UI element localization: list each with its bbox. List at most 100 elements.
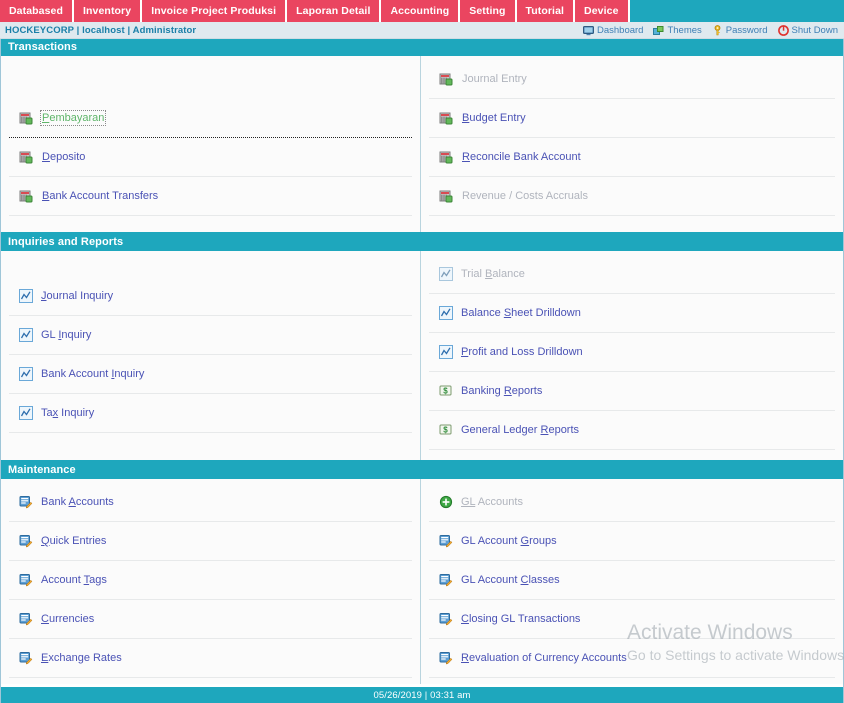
menu-item-label: Banking Reports [461, 385, 543, 397]
menu-item-label: Budget Entry [462, 112, 526, 124]
section-header-inquiries-and-reports: Inquiries and Reports [1, 234, 843, 251]
tab-label: Setting [469, 5, 506, 17]
chart-inquiry-icon [439, 306, 453, 320]
section-header-transactions: Transactions [1, 39, 843, 56]
power-icon [777, 24, 789, 36]
menu-item-currencies[interactable]: Currencies [9, 600, 412, 639]
accounting-page: Transactions Pembayaran Deposito Bank Ac… [0, 39, 844, 687]
password-label: Password [725, 24, 768, 36]
dashboard-link[interactable]: Dashboard [582, 24, 644, 36]
menu-item-trial-balance: Trial Balance [429, 255, 835, 294]
chart-inquiry-icon [439, 345, 453, 359]
section-body-transactions: Pembayaran Deposito Bank Account Transfe… [1, 56, 843, 234]
tab-accounting[interactable]: Accounting [381, 0, 459, 22]
menu-item-tax-inquiry[interactable]: Tax Inquiry [9, 394, 412, 433]
status-bar-datetime: 05/26/2019 | 03:31 am [1, 687, 843, 703]
tab-inventory[interactable]: Inventory [74, 0, 141, 22]
menu-item-label: Bank Account Inquiry [41, 368, 145, 380]
tab-label: Laporan Detail [296, 5, 371, 17]
menu-item-label: Balance Sheet Drilldown [461, 307, 581, 319]
edit-form-icon [439, 651, 453, 665]
password-link[interactable]: Password [712, 25, 768, 36]
menu-item-gl-inquiry[interactable]: GL Inquiry [9, 316, 412, 355]
menu-item-banking-reports[interactable]: $ Banking Reports [429, 372, 835, 411]
menu-item-label: Quick Entries [41, 535, 107, 547]
svg-text:$: $ [443, 426, 448, 435]
menu-item-bank-accounts[interactable]: Bank Accounts [9, 483, 412, 522]
money-report-icon: $ [439, 423, 453, 437]
menu-item-balance-sheet-drilldown[interactable]: Balance Sheet Drilldown [429, 294, 835, 333]
menu-item-journal-entry: Journal Entry [429, 60, 835, 99]
menu-item-deposito[interactable]: Deposito [9, 138, 412, 177]
tab-setting[interactable]: Setting [460, 0, 515, 22]
menu-item-label: Exchange Rates [41, 652, 122, 664]
menu-item-label: Closing GL Transactions [461, 613, 581, 625]
tab-bar-filler [629, 0, 844, 22]
menu-item-label: Journal Inquiry [41, 290, 114, 302]
themes-link[interactable]: Themes [653, 24, 702, 36]
menu-item-bank-account-inquiry[interactable]: Bank Account Inquiry [9, 355, 412, 394]
section-header-maintenance: Maintenance [1, 462, 843, 479]
menu-item-reconcile-bank-account[interactable]: Reconcile Bank Account [429, 138, 835, 177]
menu-item-label: Reconcile Bank Account [462, 151, 581, 163]
menu-item-gl-account-classes[interactable]: GL Account Classes [429, 561, 835, 600]
context-bar: HOCKEYCORP | localhost | Administrator D… [0, 22, 844, 39]
tab-device[interactable]: Device [575, 0, 628, 22]
footer-wrap: 05/26/2019 | 03:31 am [0, 687, 844, 703]
menu-item-budget-entry[interactable]: Budget Entry [429, 99, 835, 138]
tab-databased[interactable]: Databased [0, 0, 73, 22]
themes-icon [653, 25, 664, 36]
menu-item-label: Tax Inquiry [41, 407, 95, 419]
chart-inquiry-icon [19, 406, 33, 420]
ledger-icon [19, 150, 34, 165]
section-body-maintenance: Bank Accounts Quick Entries Account Tags… [1, 479, 843, 684]
menu-item-general-ledger-reports[interactable]: $ General Ledger Reports [429, 411, 835, 450]
menu-item-gl-account-groups[interactable]: GL Account Groups [429, 522, 835, 561]
tab-label: Tutorial [525, 5, 565, 17]
menu-item-profit-and-loss-drilldown[interactable]: Profit and Loss Drilldown [429, 333, 835, 372]
menu-item-exchange-rates[interactable]: Exchange Rates [9, 639, 412, 678]
ledger-icon [439, 72, 454, 87]
ledger-icon [19, 111, 34, 126]
ledger-icon [19, 189, 34, 204]
menu-item-label: Account Tags [41, 574, 107, 586]
transactions-right-column: Journal Entry Budget Entry Reconcile Ban… [421, 56, 843, 232]
menu-item-label: Bank Account Transfers [42, 190, 159, 202]
inquiries-right-column: Trial Balance Balance Sheet Drilldown Pr… [421, 251, 843, 460]
menu-item-label: Journal Entry [462, 73, 527, 85]
shutdown-link[interactable]: Shut Down [777, 24, 838, 36]
tab-label: Accounting [390, 5, 450, 17]
dashboard-label: Dashboard [596, 24, 644, 36]
menu-item-gl-accounts: GL Accounts [429, 483, 835, 522]
menu-item-label: Pembayaran [39, 110, 107, 126]
menu-item-label: Trial Balance [461, 268, 525, 280]
tab-label: Device [584, 5, 619, 17]
edit-form-icon [439, 573, 453, 587]
edit-form-icon [19, 534, 33, 548]
tab-laporan-detail[interactable]: Laporan Detail [287, 0, 380, 22]
edit-form-icon [19, 651, 33, 665]
menu-item-label: General Ledger Reports [461, 424, 580, 436]
ledger-icon [439, 150, 454, 165]
edit-form-icon [439, 534, 453, 548]
menu-item-label: Bank Accounts [41, 496, 114, 508]
tab-invoice-project-produksi[interactable]: Invoice Project Produksi [142, 0, 286, 22]
menu-item-bank-account-transfers[interactable]: Bank Account Transfers [9, 177, 412, 216]
menu-item-revaluation-of-currency-accounts[interactable]: Revaluation of Currency Accounts [429, 639, 835, 678]
transactions-left-column: Pembayaran Deposito Bank Account Transfe… [1, 56, 421, 232]
money-report-icon: $ [439, 384, 453, 398]
tab-tutorial[interactable]: Tutorial [516, 0, 574, 22]
maintenance-right-column: GL Accounts GL Account Groups GL Account… [421, 479, 843, 684]
shutdown-label: Shut Down [791, 24, 838, 36]
menu-item-label: Revaluation of Currency Accounts [461, 652, 627, 664]
menu-item-label: Profit and Loss Drilldown [461, 346, 583, 358]
menu-item-closing-gl-transactions[interactable]: Closing GL Transactions [429, 600, 835, 639]
menu-item-account-tags[interactable]: Account Tags [9, 561, 412, 600]
add-circle-icon [439, 495, 453, 509]
themes-label: Themes [667, 24, 702, 36]
chart-inquiry-icon [19, 328, 33, 342]
menu-item-quick-entries[interactable]: Quick Entries [9, 522, 412, 561]
menu-item-pembayaran[interactable]: Pembayaran [9, 99, 412, 138]
menu-item-journal-inquiry[interactable]: Journal Inquiry [9, 277, 412, 316]
